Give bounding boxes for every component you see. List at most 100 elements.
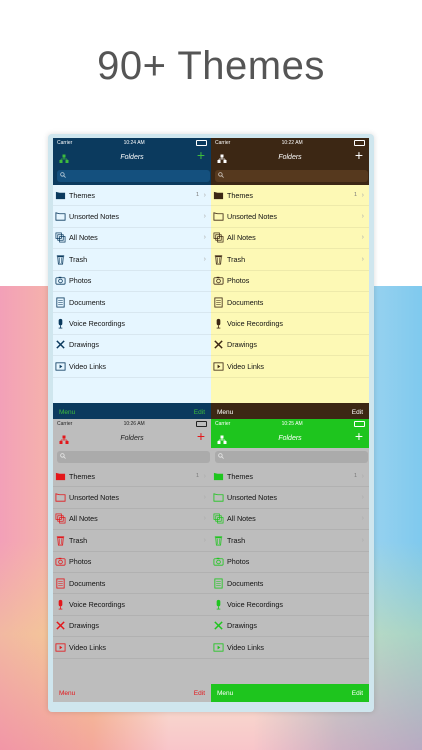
battery-icon (195, 420, 207, 427)
all-notes-icon (213, 513, 224, 524)
chevron-right-icon: › (361, 472, 364, 480)
folder-outline-icon (55, 211, 66, 222)
add-folder-button[interactable]: + (197, 148, 205, 162)
nav-bar: Folders + (211, 428, 369, 448)
folder-label: All Notes (227, 514, 256, 524)
folder-list-item[interactable]: Drawings (211, 335, 369, 357)
menu-button[interactable]: Menu (217, 690, 233, 697)
folder-list-item[interactable]: Trash › (211, 249, 369, 271)
folder-list-item[interactable]: Voice Recordings (211, 594, 369, 616)
folder-label: Video Links (69, 642, 107, 652)
folder-label: Photos (69, 557, 92, 567)
edit-button[interactable]: Edit (194, 409, 205, 416)
menu-button[interactable]: Menu (59, 690, 75, 697)
chevron-right-icon: › (203, 213, 206, 221)
folder-list-item[interactable]: Trash › (53, 249, 211, 271)
folder-list-item[interactable]: Documents (211, 573, 369, 595)
microphone-icon (55, 318, 66, 329)
folder-list-item[interactable]: All Notes › (211, 509, 369, 531)
folder-list-item[interactable]: All Notes › (53, 228, 211, 250)
app-logo-icon[interactable] (59, 151, 69, 163)
search-input[interactable] (57, 451, 210, 463)
search-input[interactable] (57, 170, 210, 182)
folder-label: Documents (69, 297, 106, 307)
folder-label: Trash (227, 254, 246, 264)
folder-list-item[interactable]: Unsorted Notes › (53, 206, 211, 228)
folder-count-badge: 1 (353, 473, 357, 480)
folder-list-item[interactable]: Photos (211, 271, 369, 292)
folder-label: Trash (227, 535, 246, 545)
drawings-icon (55, 620, 66, 631)
photos-icon (213, 275, 224, 286)
menu-button[interactable]: Menu (59, 409, 75, 416)
folder-list-item[interactable]: Drawings (53, 616, 211, 638)
edit-button[interactable]: Edit (352, 409, 363, 416)
video-links-icon (55, 642, 66, 653)
folder-list-item[interactable]: Trash › (53, 530, 211, 552)
search-input[interactable] (215, 170, 368, 182)
folder-label: Themes (69, 471, 95, 481)
bottom-toolbar: Menu Edit (53, 684, 211, 702)
folder-list-item[interactable]: Drawings (211, 616, 369, 638)
folder-list-item[interactable]: Drawings (53, 335, 211, 357)
bottom-toolbar: Menu Edit (211, 684, 369, 702)
folder-list-item[interactable]: Photos (211, 552, 369, 573)
app-logo-icon[interactable] (59, 432, 69, 444)
folder-icon (213, 471, 224, 482)
folder-label: Documents (227, 297, 264, 307)
chevron-right-icon: › (361, 494, 364, 502)
edit-button[interactable]: Edit (194, 690, 205, 697)
documents-icon (213, 578, 224, 589)
app-logo-icon[interactable] (217, 151, 227, 163)
folder-label: Drawings (69, 621, 99, 631)
folder-label: Themes (69, 190, 95, 200)
folder-list-item[interactable]: Trash › (211, 530, 369, 552)
nav-bar: Folders + (211, 147, 369, 167)
folder-list-item[interactable]: Voice Recordings (53, 313, 211, 335)
theme-pane-gray-red: Carrier 10:26 AM Folders + Themes 1 › Unso… (53, 419, 211, 702)
app-logo-icon[interactable] (217, 432, 227, 444)
folder-list-item[interactable]: Unsorted Notes › (53, 487, 211, 509)
folder-list-item[interactable]: Photos (53, 552, 211, 573)
status-bar: Carrier 10:25 AM (211, 419, 369, 428)
folder-list-item[interactable]: Documents (53, 292, 211, 314)
folder-list-item[interactable]: Themes 1 › (53, 466, 211, 488)
edit-button[interactable]: Edit (352, 690, 363, 697)
status-time: 10:26 AM (123, 420, 145, 427)
folder-list-item[interactable]: Themes 1 › (211, 185, 369, 207)
documents-icon (213, 297, 224, 308)
folder-list-item[interactable]: Video Links (211, 356, 369, 378)
add-folder-button[interactable]: + (355, 429, 363, 443)
folder-list-item[interactable]: Unsorted Notes › (211, 206, 369, 228)
chevron-right-icon: › (361, 515, 364, 523)
chevron-right-icon: › (361, 191, 364, 199)
folder-list-item[interactable]: All Notes › (211, 228, 369, 250)
folder-list-item[interactable]: Themes 1 › (53, 185, 211, 207)
folder-list-item[interactable]: Video Links (211, 637, 369, 659)
search-bar (53, 167, 211, 185)
battery-icon (353, 420, 365, 427)
add-folder-button[interactable]: + (197, 429, 205, 443)
folder-list-item[interactable]: Documents (211, 292, 369, 314)
chevron-right-icon: › (361, 255, 364, 263)
folder-label: Photos (227, 276, 250, 286)
folder-label: Drawings (69, 340, 99, 350)
folder-label: Documents (69, 578, 106, 588)
folder-list-item[interactable]: Voice Recordings (53, 594, 211, 616)
folder-list-item[interactable]: Voice Recordings (211, 313, 369, 335)
drawings-icon (55, 339, 66, 350)
headline: 90+ Themes (97, 44, 325, 88)
folder-list-item[interactable]: Photos (53, 271, 211, 292)
folder-list-item[interactable]: All Notes › (53, 509, 211, 531)
folder-list-item[interactable]: Documents (53, 573, 211, 595)
folder-list: Themes 1 › Unsorted Notes › All Notes › Tras… (211, 466, 369, 684)
add-folder-button[interactable]: + (355, 148, 363, 162)
chevron-right-icon: › (203, 191, 206, 199)
folder-list-item[interactable]: Video Links (53, 637, 211, 659)
folder-list-item[interactable]: Video Links (53, 356, 211, 378)
folder-list-item[interactable]: Unsorted Notes › (211, 487, 369, 509)
search-input[interactable] (215, 451, 368, 463)
folder-label: Voice Recordings (227, 600, 283, 610)
folder-list-item[interactable]: Themes 1 › (211, 466, 369, 488)
menu-button[interactable]: Menu (217, 409, 233, 416)
